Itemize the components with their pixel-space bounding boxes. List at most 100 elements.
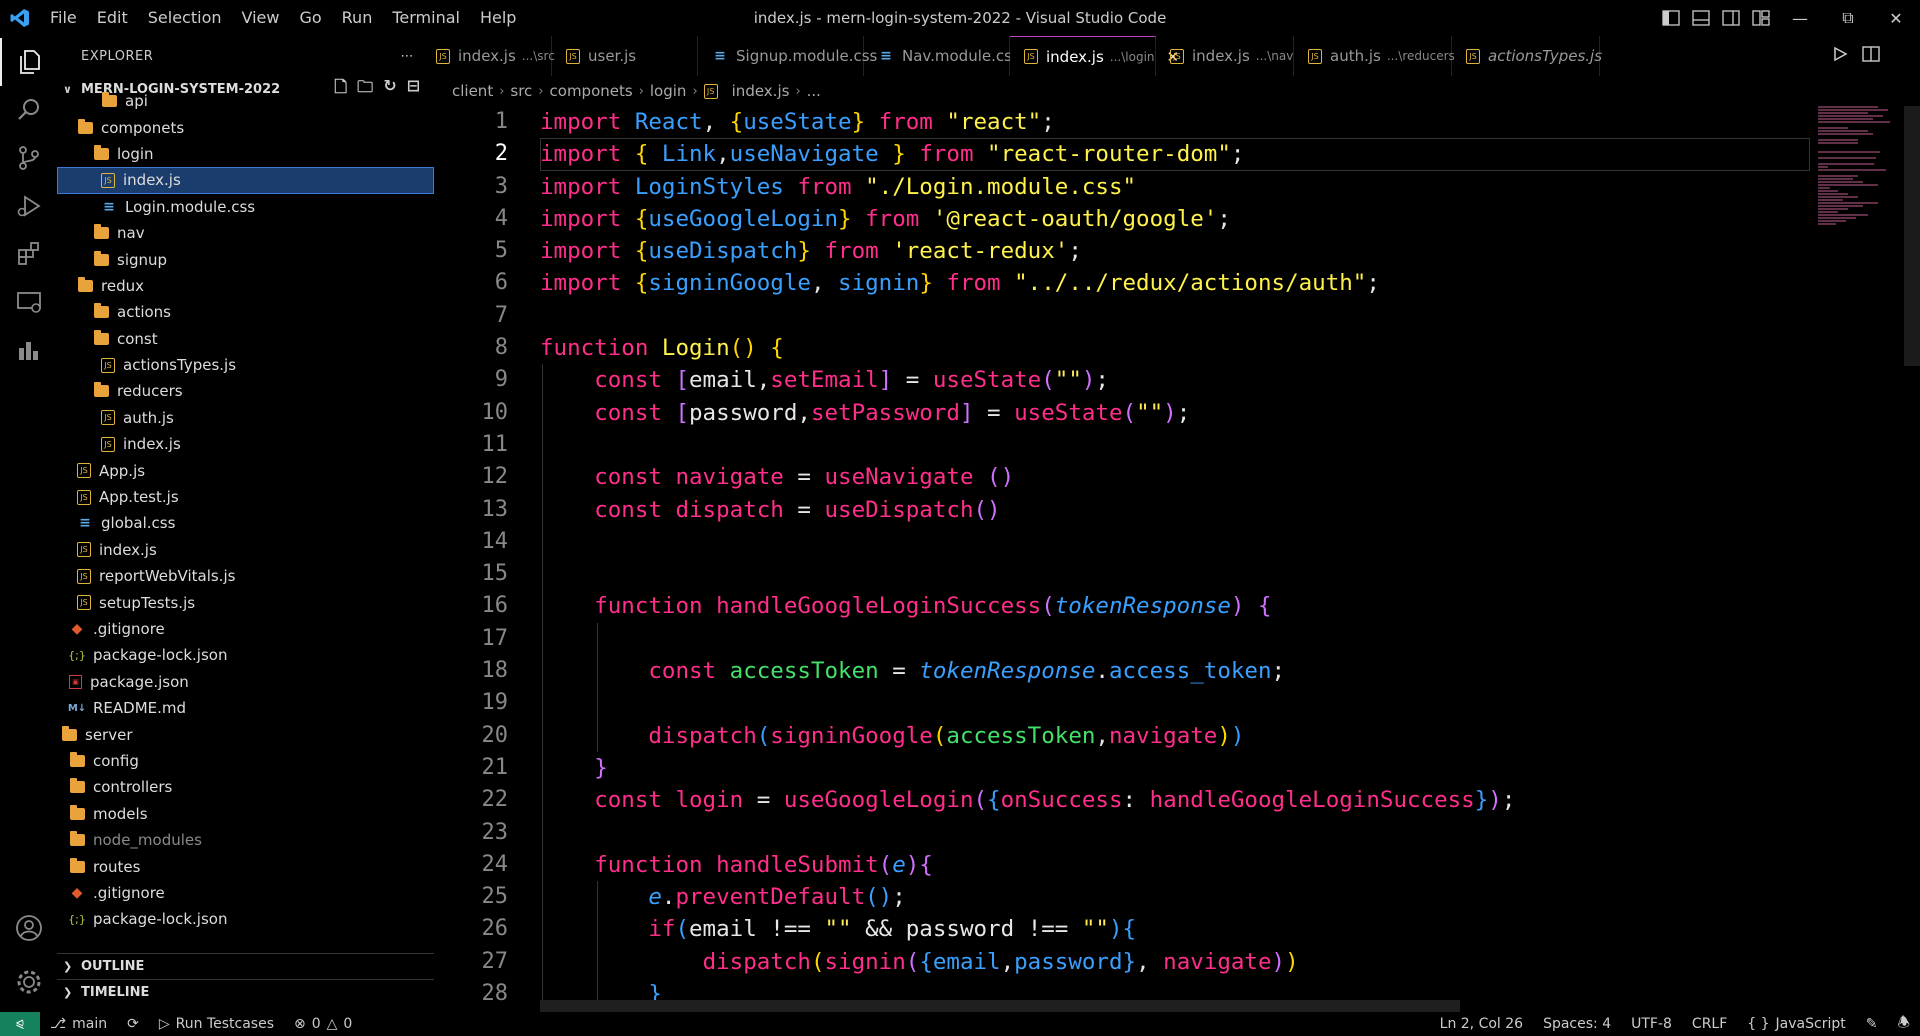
tree-file[interactable]: ▣package.json [57, 669, 434, 695]
minimize-icon[interactable]: — [1776, 0, 1824, 36]
testing-chart-icon[interactable] [0, 326, 57, 374]
menu-view[interactable]: View [232, 0, 290, 36]
tree-folder[interactable]: models [57, 801, 434, 827]
tree-folder[interactable]: controllers [57, 774, 434, 800]
run-debug-icon[interactable] [0, 182, 57, 230]
close-window-icon[interactable]: ✕ [1872, 0, 1920, 36]
status-bar: ⪨ ⎇ main ⟳ ▷ Run Testcases ⊗ 0 △ 0 Ln 2, Col … [0, 1012, 1920, 1036]
notifications-bell-icon[interactable]: 🕭 [1887, 1012, 1920, 1036]
line-number: 2 [494, 141, 508, 167]
accounts-icon[interactable] [0, 904, 57, 952]
tree-folder[interactable]: const [57, 326, 434, 352]
editor-tab[interactable]: JS auth.js ...\reducers [1294, 36, 1455, 76]
outline-section[interactable]: ❯ OUTLINE [57, 953, 434, 979]
customize-layout-icon[interactable] [1749, 8, 1773, 28]
js-file-icon: JS [1024, 49, 1038, 64]
toggle-panel-icon[interactable] [1689, 8, 1713, 28]
editor-tab[interactable]: JS actionsTypes.js [1452, 36, 1602, 76]
menu-selection[interactable]: Selection [138, 0, 232, 36]
minimap[interactable] [1818, 106, 1898, 306]
encoding[interactable]: UTF-8 [1621, 1012, 1682, 1036]
problems-indicator[interactable]: ⊗ 0 △ 0 [284, 1016, 362, 1032]
tree-folder[interactable]: reducers [57, 378, 434, 404]
source-control-icon[interactable] [0, 134, 57, 182]
menu-file[interactable]: File [40, 0, 87, 36]
search-icon[interactable] [0, 86, 57, 134]
editor-tab[interactable]: ≡ Signup.module.css [698, 36, 877, 76]
remote-explorer-icon[interactable] [0, 278, 57, 326]
tree-file[interactable]: JS actionsTypes.js [57, 352, 434, 378]
tree-file[interactable]: JS App.js [57, 457, 434, 483]
menu-terminal[interactable]: Terminal [382, 0, 470, 36]
tree-item-label: auth.js [123, 408, 174, 427]
tree-folder[interactable]: componets [57, 114, 434, 140]
tree-file[interactable]: ▣package.json [57, 933, 434, 938]
tree-file[interactable]: {;} package-lock.json [57, 642, 434, 668]
horizontal-scrollbar[interactable] [540, 1000, 1460, 1012]
menu-go[interactable]: Go [289, 0, 331, 36]
cursor-position[interactable]: Ln 2, Col 26 [1430, 1012, 1533, 1036]
tree-file[interactable]: ≡ global.css [57, 510, 434, 536]
toggle-secondary-sidebar-icon[interactable] [1719, 8, 1743, 28]
tree-folder[interactable]: nav [57, 220, 434, 246]
sync-icon[interactable]: ⟳ [117, 1016, 149, 1032]
tree-item-label: package-lock.json [93, 646, 228, 665]
end-of-line[interactable]: CRLF [1682, 1012, 1737, 1036]
folder-icon [69, 831, 85, 847]
tree-folder[interactable]: node_modules [57, 827, 434, 853]
breadcrumb-item[interactable]: componets [550, 82, 633, 100]
tree-folder[interactable]: server [57, 721, 434, 747]
feedback-icon[interactable]: ✎ [1856, 1012, 1888, 1036]
tree-folder[interactable]: redux [57, 273, 434, 299]
toggle-primary-sidebar-icon[interactable] [1659, 8, 1683, 28]
line-number: 21 [481, 754, 509, 780]
tree-file[interactable]: JS index.js [57, 167, 434, 194]
vertical-scrollbar[interactable] [1904, 106, 1920, 366]
breadcrumb-item[interactable]: client [452, 82, 493, 100]
menu-help[interactable]: Help [470, 0, 526, 36]
breadcrumb-item[interactable]: index.js [732, 82, 790, 100]
code-area[interactable]: import React, {useState} from "react"; i… [540, 106, 1810, 1011]
run-file-icon[interactable] [1832, 46, 1848, 66]
breadcrumb-item[interactable]: src [510, 82, 532, 100]
menu-edit[interactable]: Edit [87, 0, 138, 36]
indentation[interactable]: Spaces: 4 [1533, 1012, 1621, 1036]
tree-folder[interactable]: api [57, 88, 434, 114]
tree-file[interactable]: JS index.js [57, 431, 434, 457]
editor-tab[interactable]: ≡ Nav.module.css [864, 36, 1020, 76]
editor-tab[interactable]: JS index.js ...\src [422, 36, 555, 76]
tree-file[interactable]: JS setupTests.js [57, 589, 434, 615]
editor-tab[interactable]: JS index.js ...\login ✕ [1010, 36, 1179, 76]
remote-indicator-icon[interactable]: ⪨ [0, 1012, 40, 1036]
editor-tab[interactable]: JS user.js [552, 36, 698, 76]
more-actions-icon[interactable]: ⋯ [401, 49, 415, 64]
editor-tab[interactable]: JS index.js ...\nav [1156, 36, 1294, 76]
code-editor[interactable]: 1 2 3 4 5 6 7 8 9 10 11 12 13 14 15 16 17 18 19 20 21 22 23 24 2… [434, 106, 1920, 1012]
manage-gear-icon[interactable] [0, 958, 57, 1006]
breadcrumb-item[interactable]: ... [807, 82, 821, 100]
tree-file[interactable]: ≡ Login.module.css [57, 194, 434, 220]
tree-file[interactable]: M↓ README.md [57, 695, 434, 721]
timeline-section[interactable]: ❯ TIMELINE [57, 979, 434, 1005]
tree-file[interactable]: {;} package-lock.json [57, 906, 434, 932]
branch-indicator[interactable]: ⎇ main [40, 1016, 117, 1032]
tree-file[interactable]: JS index.js [57, 537, 434, 563]
tree-file[interactable]: JS reportWebVitals.js [57, 563, 434, 589]
tree-folder[interactable]: actions [57, 299, 434, 325]
tree-file[interactable]: JS auth.js [57, 405, 434, 431]
tree-file[interactable]: ◆ .gitignore [57, 616, 434, 642]
tree-folder[interactable]: signup [57, 246, 434, 272]
language-mode[interactable]: { } JavaScript [1737, 1012, 1855, 1036]
split-editor-icon[interactable] [1862, 46, 1880, 66]
tree-folder[interactable]: login [57, 141, 434, 167]
menu-run[interactable]: Run [332, 0, 383, 36]
tree-file[interactable]: JS App.test.js [57, 484, 434, 510]
tree-folder[interactable]: config [57, 748, 434, 774]
tree-file[interactable]: ◆ .gitignore [57, 880, 434, 906]
extensions-icon[interactable] [0, 230, 57, 278]
explorer-icon[interactable] [0, 38, 57, 86]
breadcrumb-item[interactable]: login [650, 82, 687, 100]
run-testcases-button[interactable]: ▷ Run Testcases [149, 1016, 284, 1032]
tree-folder[interactable]: routes [57, 853, 434, 879]
restore-icon[interactable]: ⧉ [1824, 0, 1872, 36]
